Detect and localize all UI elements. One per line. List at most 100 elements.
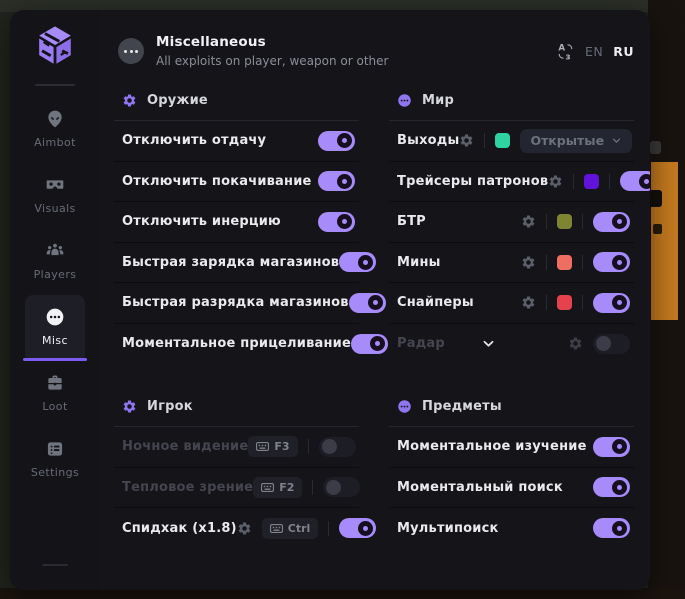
- feature-row: Ночное видениеF3: [114, 427, 359, 468]
- row-controls: [521, 293, 630, 313]
- toggle-switch[interactable]: [323, 477, 360, 497]
- toggle-switch[interactable]: [593, 334, 630, 354]
- gear-icon[interactable]: [521, 255, 536, 270]
- sidebar-item-players[interactable]: Players: [25, 229, 85, 292]
- row-controls: [568, 334, 630, 354]
- sidebar-item-loot[interactable]: Loot: [25, 361, 85, 424]
- toggle-switch[interactable]: [593, 477, 630, 497]
- sign-glyph: [649, 190, 662, 207]
- lang-option-ru[interactable]: RU: [613, 44, 634, 59]
- row-controls: [339, 252, 376, 272]
- gear-icon[interactable]: [237, 521, 252, 536]
- toggle-knob: [612, 521, 627, 536]
- feature-label: Отключить покачивание: [122, 174, 312, 189]
- toggle-switch[interactable]: [593, 212, 630, 232]
- toggle-switch[interactable]: [351, 334, 388, 354]
- feature-row: Мины: [389, 243, 634, 284]
- control-divider: [546, 295, 547, 310]
- toggle-knob: [612, 255, 627, 270]
- sidebar: Aimbot VisualsPlayersMiscLootSettings: [10, 10, 100, 590]
- keybind-badge[interactable]: F2: [253, 477, 302, 498]
- sidebar-item-misc[interactable]: Misc: [25, 295, 85, 358]
- row-controls: F3: [248, 436, 355, 457]
- row-controls: [318, 131, 355, 151]
- feature-row: Тепловое зрениеF2: [114, 468, 359, 509]
- gear-icon[interactable]: [568, 336, 583, 351]
- toggle-switch[interactable]: [318, 212, 355, 232]
- toggle-switch[interactable]: [318, 171, 355, 191]
- toggle-switch[interactable]: [339, 252, 376, 272]
- row-controls: Ctrl: [237, 518, 377, 539]
- gear-icon[interactable]: [521, 214, 536, 229]
- toggle-switch[interactable]: [593, 293, 630, 313]
- row-controls: [593, 477, 630, 497]
- control-divider: [308, 439, 309, 454]
- header-titles: Miscellaneous All exploits on player, we…: [156, 34, 388, 68]
- ellipsis-icon: [45, 307, 65, 327]
- color-swatch[interactable]: [495, 133, 510, 148]
- toggle-knob: [612, 439, 627, 454]
- toggle-switch[interactable]: [593, 518, 630, 538]
- chevron-down-icon[interactable]: [481, 336, 496, 351]
- dropdown-select[interactable]: Открытые: [520, 129, 632, 153]
- gear-icon[interactable]: [548, 174, 563, 189]
- sidebar-item-settings[interactable]: Settings: [25, 427, 85, 490]
- content-grid: ОружиеОтключить отдачуОтключить покачива…: [100, 78, 650, 590]
- control-divider: [312, 480, 313, 495]
- row-controls: [593, 437, 630, 457]
- control-divider: [328, 521, 329, 536]
- feature-row: Радар: [389, 324, 634, 365]
- color-swatch[interactable]: [557, 214, 572, 229]
- toggle-switch[interactable]: [593, 252, 630, 272]
- gear-icon[interactable]: [521, 295, 536, 310]
- gear-icon[interactable]: [459, 133, 474, 148]
- toggle-switch[interactable]: [319, 437, 356, 457]
- toggle-switch[interactable]: [349, 293, 386, 313]
- sidebar-item-aimbot[interactable]: Aimbot: [25, 97, 85, 160]
- toggle-knob: [358, 521, 373, 536]
- feature-label: БТР: [397, 214, 426, 229]
- toggle-knob: [370, 336, 385, 351]
- feature-label: Ночное видение: [122, 439, 248, 454]
- app-logo-icon: [32, 22, 78, 68]
- section-header: Предметы: [389, 388, 634, 426]
- sidebar-item-label: Aimbot: [34, 136, 76, 149]
- toggle-knob: [612, 214, 627, 229]
- feature-row: Отключить покачивание: [114, 162, 359, 203]
- ellipsis-icon: [397, 93, 412, 108]
- row-controls: [521, 252, 630, 272]
- row-controls: [521, 212, 630, 232]
- svg-text:з: з: [565, 52, 570, 61]
- feature-row: Снайперы: [389, 283, 634, 324]
- control-divider: [582, 214, 583, 229]
- feature-row: Моментальный поиск: [389, 468, 634, 509]
- row-controls: [349, 293, 386, 313]
- toggle-switch[interactable]: [339, 518, 376, 538]
- color-swatch[interactable]: [584, 174, 599, 189]
- toggle-switch[interactable]: [318, 131, 355, 151]
- color-swatch[interactable]: [557, 255, 572, 270]
- toggle-knob: [337, 214, 352, 229]
- header: Miscellaneous All exploits on player, we…: [100, 10, 650, 78]
- keybind-badge[interactable]: F3: [248, 436, 297, 457]
- keybind-badge[interactable]: Ctrl: [262, 518, 319, 539]
- language-switcher: A з EN RU: [556, 42, 634, 61]
- row-controls: [593, 518, 630, 538]
- toggle-knob: [326, 480, 341, 495]
- feature-row: БТР: [389, 202, 634, 243]
- color-swatch[interactable]: [557, 295, 572, 310]
- control-divider: [582, 295, 583, 310]
- lang-option-en[interactable]: EN: [585, 44, 603, 59]
- row-controls: [548, 171, 650, 191]
- control-divider: [546, 214, 547, 229]
- translate-icon: A з: [556, 42, 575, 61]
- section-title: Оружие: [147, 93, 208, 108]
- toggle-switch[interactable]: [593, 437, 630, 457]
- sidebar-item-visuals[interactable]: Visuals: [25, 163, 85, 226]
- toggle-switch[interactable]: [620, 171, 650, 191]
- toggle-knob: [639, 174, 650, 189]
- toggle-knob: [337, 133, 352, 148]
- control-divider: [609, 174, 610, 189]
- feature-row: Трейсеры патронов: [389, 162, 634, 203]
- feature-label: Мины: [397, 255, 441, 270]
